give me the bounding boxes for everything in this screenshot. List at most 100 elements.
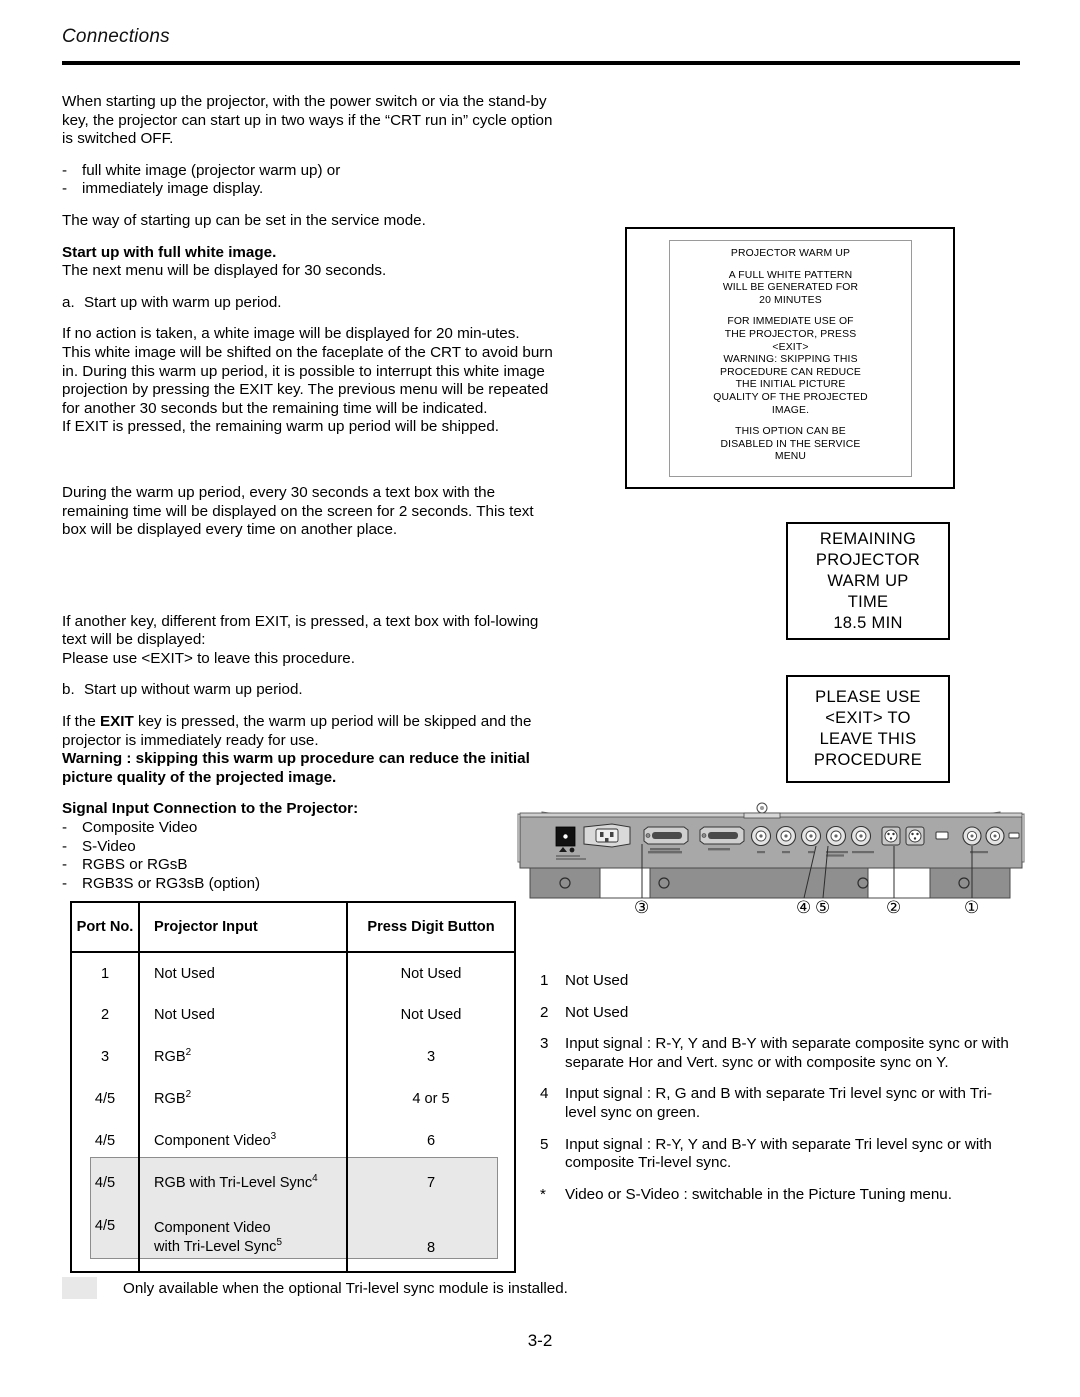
osd-line: LEAVE THIS [819,730,917,748]
cell-port-no: 1 [70,952,140,994]
input-signal-notes: 1 Not Used 2 Not Used 3 Input signal : R… [540,972,1020,1217]
note-text: Video or S-Video : switchable in the Pic… [565,1185,952,1203]
cell-input-text: RGB [154,1091,186,1107]
list-item: - S-Video [62,838,554,857]
page-header: Connections [62,26,1020,48]
warmup-menu-line: MENU [774,451,807,463]
note-text: Not Used [565,972,629,989]
list-item: - RGBS or RGsB [62,856,554,875]
cell-press-digit: Not Used [346,994,516,1036]
cell-input-footnote-ref: 4 [312,1173,318,1185]
cell-input-text: Not Used [154,1007,215,1023]
list-item-label: full white image (projector warm up) or [82,161,341,179]
osd-line: PLEASE USE [815,688,921,706]
callout-5: ⑤ [815,898,831,917]
warmup-menu-line: PROCEDURE CAN REDUCE [720,366,861,378]
projector-rear-panel-figure: ③ ④ ⑤ ② ① [512,800,1030,928]
list-item: - RGB3S or RG3sB (option) [62,875,554,894]
cell-port-no: 4/5 [70,1204,140,1273]
cell-port-no: 2 [70,994,140,1036]
cell-press-digit: 8 [346,1204,516,1273]
list-item: - full white image (projector warm up) o… [62,162,554,181]
note-text: Input signal : R, G and B with separate … [565,1085,993,1121]
cell-input-line2: with Tri-Level Sync [154,1238,277,1255]
list-item-label: Composite Video [82,819,198,837]
cell-input-footnote-ref: 2 [185,1089,192,1101]
note-text: Input signal : R-Y, Y and B-Y with separ… [565,1035,1009,1071]
note-text: Input signal : R-Y, Y and B-Y with separ… [565,1135,992,1172]
note-item: 4 Input signal : R, G and B with separat… [540,1085,1020,1122]
warmup-menu-line: FOR IMMEDIATE USE OF [727,316,854,328]
table-row: 4/5 Component Video with Tri-Level Sync5… [70,1204,516,1273]
cell-port-no: 4/5 [70,1162,140,1204]
chapter-title: Connections [62,26,170,47]
heading-full-white-image: Start up with full white image. [62,243,277,261]
column-header-port-no: Port No. [70,901,140,953]
cell-press-digit: 6 [346,1120,516,1162]
item-a-letter: a. [62,293,75,311]
cell-port-no: 4/5 [70,1078,140,1120]
column-header-projector-input: Projector Input [138,901,348,953]
cell-press-digit: Not Used [346,952,516,994]
cell-projector-input: RGB with Tri-Level Sync4 [138,1162,348,1204]
left-column: When starting up the projector, with the… [62,93,554,906]
warmup-menu-line: THIS OPTION CAN BE [735,426,846,438]
table-header-row: Port No. Projector Input Press Digit But… [70,901,516,953]
dash-bullet: - [62,819,68,837]
cell-input-text-line1: Component Video [154,1219,271,1236]
cell-port-no: 3 [70,1036,140,1078]
osd-line: WARM UP [827,571,909,590]
note-number: 5 [540,1135,549,1153]
header-rule [62,61,1020,65]
list-item-label: immediately image display. [82,180,264,198]
cell-projector-input: RGB2 [138,1078,348,1120]
list-item: - immediately image display. [62,180,554,199]
every-30-seconds-paragraph: During the warm up period, every 30 seco… [62,483,534,539]
item-b-label: Start up without warm up period. [84,681,303,699]
column-header-press-digit-button: Press Digit Button [346,901,516,953]
warmup-menu-block-1: A FULL WHITE PATTERN WILL BE GENERATED F… [670,270,911,308]
cell-input-footnote-ref: 2 [185,1047,192,1059]
osd-remaining-time-box: REMAINING PROJECTOR WARM UP TIME 18.5 MI… [786,522,950,640]
warmup-menu-line: WARNING: SKIPPING THIS [723,354,858,366]
next-menu-paragraph: The next menu will be displayed for 30 s… [62,262,387,280]
list-item-label: RGBS or RGsB [82,856,188,874]
dash-bullet: - [62,874,68,892]
callout-3: ③ [634,898,650,917]
list-item-label: S-Video [82,837,136,855]
cell-press-digit-text: 8 [426,1239,436,1256]
warmup-menu-line: THE INITIAL PICTURE [735,379,846,391]
list-item: - Composite Video [62,819,554,838]
note-item: 3 Input signal : R-Y, Y and B-Y with sep… [540,1035,1020,1072]
osd-line: <EXIT> TO [825,709,911,727]
warning-paragraph: Warning : skipping this warm up procedur… [62,750,530,786]
exit-pressed-paragraph: If the EXIT key is pressed, the warm up … [62,713,554,750]
cell-input-footnote-ref: 3 [270,1131,277,1143]
cell-input-text: RGB [154,1049,186,1065]
panel-callouts: ③ ④ ⑤ ② ① [512,898,1030,926]
page-number: 3-2 [527,1331,553,1350]
cell-projector-input: RGB2 [138,1036,348,1078]
cell-input-text: RGB with Tri-Level Sync [154,1175,313,1191]
cell-projector-input: Component Video3 [138,1120,348,1162]
shade-swatch [62,1277,97,1299]
dash-bullet: - [62,856,68,874]
dash-bullet: - [62,837,68,855]
osd-line: TIME [847,592,889,611]
note-item: * Video or S-Video : switchable in the P… [540,1186,1020,1205]
cell-input-text: Component Video [154,1133,271,1149]
exit-pressed-pre: If the [62,713,100,731]
table-row: 4/5 RGB2 4 or 5 [70,1078,516,1120]
no-action-paragraph: If no action is taken, a white image wil… [62,325,520,343]
service-mode-paragraph: The way of starting up can be set in the… [62,211,426,229]
cell-input-footnote-ref: 5 [276,1236,282,1248]
projector-warm-up-menu-screen: PROJECTOR WARM UP A FULL WHITE PATTERN W… [669,240,912,477]
exit-shipped-paragraph: If EXIT is pressed, the remaining warm u… [62,418,499,436]
exit-key-emphasis: EXIT [100,713,134,731]
osd-please-use-exit-box: PLEASE USE <EXIT> TO LEAVE THIS PROCEDUR… [786,675,950,783]
note-item: 5 Input signal : R-Y, Y and B-Y with sep… [540,1136,1020,1173]
cell-projector-input: Component Video with Tri-Level Sync5 [138,1204,348,1273]
note-number: 1 [540,972,549,989]
